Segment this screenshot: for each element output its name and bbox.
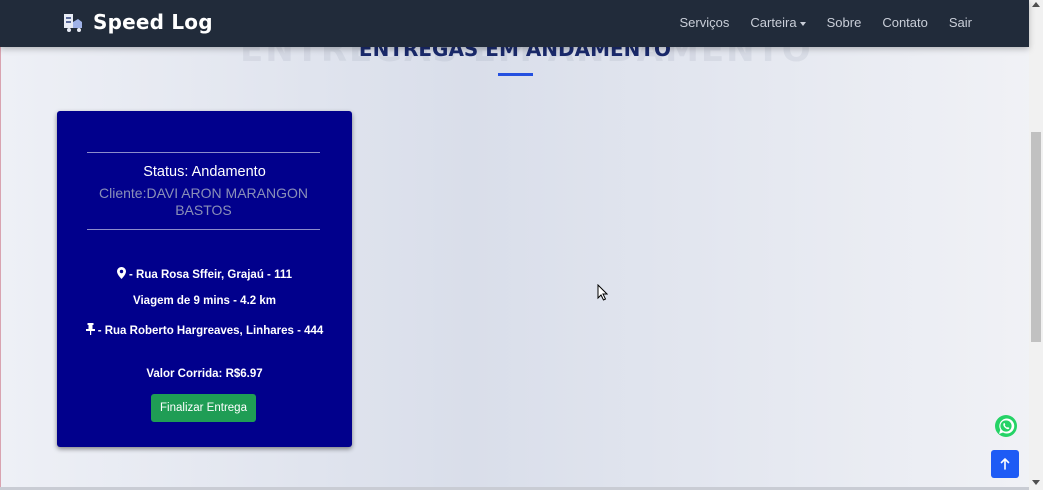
mouse-cursor-icon bbox=[597, 284, 608, 301]
map-marker-icon bbox=[117, 267, 126, 279]
destination-address: - Rua Roberto Hargreaves, Linhares - 444 bbox=[57, 323, 352, 337]
nav-link-sair[interactable]: Sair bbox=[949, 15, 972, 30]
nav-link-sobre[interactable]: Sobre bbox=[827, 15, 862, 30]
delivery-card: Status: Andamento Cliente:DAVI ARON MARA… bbox=[57, 111, 352, 447]
nav-links: Serviços Carteira Sobre Contato Sair bbox=[659, 15, 972, 30]
nav-dropdown-carteira[interactable]: Carteira bbox=[750, 15, 806, 30]
vertical-scrollbar[interactable] bbox=[1029, 0, 1043, 490]
back-to-top-button[interactable] bbox=[991, 450, 1019, 478]
nav-link-servicos[interactable]: Serviços bbox=[680, 15, 730, 30]
scroll-down-arrow-icon[interactable] bbox=[1032, 480, 1040, 485]
brand[interactable]: Speed Log bbox=[62, 10, 213, 34]
nav-link-carteira-label: Carteira bbox=[750, 15, 797, 30]
origin-address-text: - Rua Rosa Sffeir, Grajaú - 111 bbox=[129, 269, 292, 281]
delivery-status: Status: Andamento bbox=[143, 164, 266, 180]
destination-address-text: - Rua Roberto Hargreaves, Linhares - 444 bbox=[97, 325, 324, 337]
scrollbar-thumb[interactable] bbox=[1031, 132, 1041, 342]
card-divider-top bbox=[87, 152, 320, 153]
title-underline bbox=[498, 73, 533, 76]
client-name: Cliente:DAVI ARON MARANGON BASTOS bbox=[98, 185, 308, 218]
trip-info: Viagem de 9 mins - 4.2 km bbox=[133, 295, 276, 307]
window-edge bbox=[0, 0, 1, 490]
caret-down-icon bbox=[799, 21, 806, 26]
whatsapp-icon[interactable] bbox=[994, 414, 1018, 438]
pushpin-icon bbox=[85, 323, 95, 335]
brand-name: Speed Log bbox=[93, 10, 213, 34]
arrow-up-icon bbox=[1000, 458, 1010, 470]
card-divider-bottom bbox=[87, 229, 320, 230]
scroll-up-arrow-icon[interactable] bbox=[1032, 2, 1040, 7]
nav-link-contato[interactable]: Contato bbox=[882, 15, 928, 30]
origin-address: - Rua Rosa Sffeir, Grajaú - 111 bbox=[57, 267, 352, 281]
logistics-logo-icon bbox=[64, 14, 82, 32]
top-navbar: Speed Log Serviços Carteira Sobre Contat… bbox=[0, 0, 1029, 47]
finish-delivery-button[interactable]: Finalizar Entrega bbox=[151, 394, 256, 422]
fare-value: Valor Corrida: R$6.97 bbox=[146, 368, 263, 380]
